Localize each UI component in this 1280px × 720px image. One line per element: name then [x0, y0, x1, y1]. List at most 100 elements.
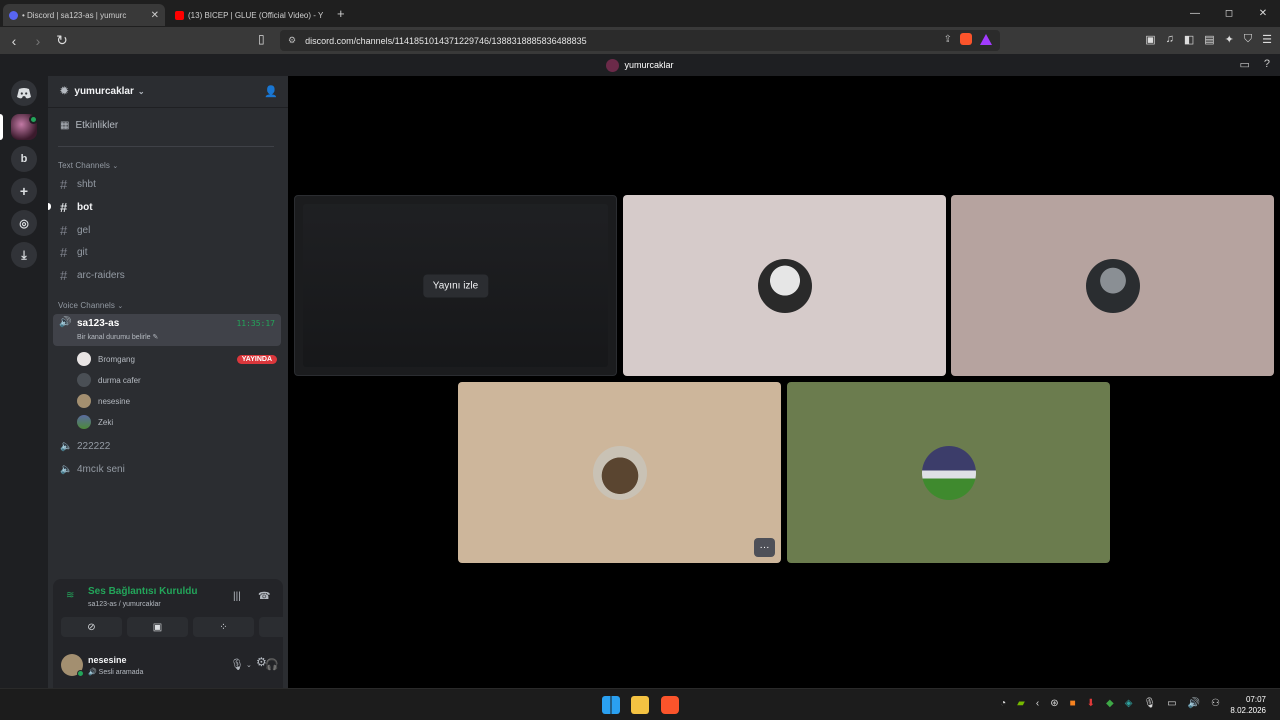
watch-stream-button[interactable]: Yayını izle: [422, 274, 489, 297]
user-name[interactable]: nesesine: [88, 655, 127, 665]
clock-date: 8.02.2026: [1230, 706, 1266, 715]
invite-people-icon[interactable]: 👤: [264, 85, 278, 98]
voice-user[interactable]: Zeki: [77, 415, 277, 429]
address-bar[interactable]: ⚙ discord.com/channels/11418510143712297…: [280, 30, 1000, 51]
participant-tile[interactable]: [951, 195, 1274, 376]
server-header[interactable]: ✹ yumurcaklar ⌄ 👤: [48, 76, 288, 108]
leo-ai-icon[interactable]: ✦: [1225, 33, 1234, 46]
system-tray: ◔ ▰ ‹ ⊛ ■ ⬇ ◆ ◈ 🎙 ▭ 🔊 ⚇: [1000, 698, 1220, 709]
disconnect-icon[interactable]: ☎: [258, 591, 270, 602]
category-text-channels[interactable]: Text Channels ⌄: [58, 161, 118, 170]
more-options-button[interactable]: ···: [754, 538, 775, 557]
divider: [58, 146, 274, 147]
participant-tile[interactable]: ···: [458, 382, 781, 563]
windows-start-icon[interactable]: [602, 696, 620, 714]
camera-off-button[interactable]: ⊘: [61, 617, 122, 637]
maximize-button[interactable]: ◻: [1212, 8, 1246, 19]
category-voice-channels[interactable]: Voice Channels ⌄: [58, 301, 123, 310]
participant-tile[interactable]: [623, 195, 946, 376]
tray-app-icon[interactable]: ■: [1070, 698, 1076, 709]
connection-status[interactable]: Ses Bağlantısı Kuruldu: [88, 586, 197, 597]
channel-status[interactable]: Bir kanal durumu belirle ✎: [77, 333, 158, 341]
participant-tile[interactable]: [787, 382, 1110, 563]
network-icon[interactable]: ▭: [1167, 698, 1176, 709]
close-tab-icon[interactable]: ✕: [151, 10, 159, 21]
channel-arc-raiders[interactable]: # arc-raiders: [60, 268, 125, 283]
voice-user[interactable]: Bromgang YAYINDA: [77, 352, 277, 366]
tray-app-icon[interactable]: ◈: [1125, 698, 1133, 709]
close-window-button[interactable]: ✕: [1246, 8, 1280, 19]
help-icon[interactable]: ?: [1264, 58, 1270, 71]
voice-channel-active[interactable]: 🔊 sa123-as 11:35:17 Bir kanal durumu bel…: [53, 314, 281, 346]
url-text[interactable]: discord.com/channels/1141851014371229746…: [305, 36, 587, 46]
download-icon[interactable]: ⤓: [11, 242, 37, 268]
calendar-icon: ▦: [60, 120, 70, 131]
sidebar-toggle-icon[interactable]: ◧: [1184, 33, 1194, 46]
file-explorer-icon[interactable]: [631, 696, 649, 714]
media-icon[interactable]: ♫: [1166, 33, 1174, 46]
minimize-button[interactable]: —: [1178, 8, 1212, 19]
brave-shields-icon[interactable]: [960, 33, 972, 45]
browser-tab-strip: • Discord | sa123-as | yumurc ✕ (13) BIC…: [0, 0, 1280, 27]
wallet-icon[interactable]: ▤: [1204, 33, 1214, 46]
tray-app-icon[interactable]: ◔: [1000, 698, 1006, 709]
tray-app-icon[interactable]: ⊛: [1050, 698, 1058, 709]
volume-icon[interactable]: 🔊: [1188, 698, 1200, 709]
share-screen-button[interactable]: ▣: [127, 617, 188, 637]
user-settings-gear-icon[interactable]: ⚙: [256, 655, 267, 669]
hash-icon: #: [60, 177, 68, 192]
channel-gel[interactable]: # gel: [60, 223, 90, 238]
server-b-icon[interactable]: b: [11, 146, 37, 172]
events-label: Etkinlikler: [75, 120, 119, 131]
forward-icon[interactable]: ›: [28, 33, 48, 49]
browser-extension-tools: ▣ ♫ ◧ ▤ ✦ ⛉ ☰: [1145, 33, 1272, 46]
signal-icon[interactable]: ≋: [66, 590, 74, 601]
activities-button[interactable]: ⁘: [193, 617, 254, 637]
noise-suppression-icon[interactable]: |||: [233, 591, 241, 602]
selected-server-indicator: [0, 114, 3, 140]
back-icon[interactable]: ‹: [4, 33, 24, 49]
inbox-icon[interactable]: ▭: [1239, 58, 1249, 71]
voice-actions: ⊘ ▣ ⁘ ♪: [61, 617, 320, 637]
microphone-icon[interactable]: 🎙: [1143, 698, 1156, 709]
system-clock[interactable]: 07:07 8.02.2026: [1230, 694, 1266, 716]
voice-user[interactable]: durma cafer: [77, 373, 277, 387]
channel-shbt[interactable]: # shbt: [60, 177, 96, 192]
site-info-icon[interactable]: ⚙: [288, 35, 296, 46]
channel-bot[interactable]: # bot: [60, 200, 93, 215]
reload-icon[interactable]: ↻: [52, 32, 72, 49]
tab-youtube[interactable]: (13) BICEP | GLUE (Official Video) - Yo: [169, 4, 329, 26]
tab-discord[interactable]: • Discord | sa123-as | yumurc ✕: [3, 4, 165, 26]
discord-favicon-icon: [9, 10, 18, 20]
menu-icon[interactable]: ☰: [1262, 33, 1272, 46]
explore-icon[interactable]: ◎: [11, 210, 37, 236]
chevron-down-icon[interactable]: ⌄: [246, 661, 252, 669]
server-name[interactable]: yumurcaklar: [74, 86, 133, 97]
add-server-icon[interactable]: +: [11, 178, 37, 204]
new-tab-button[interactable]: +: [337, 6, 345, 21]
events-item[interactable]: ▦ Etkinlikler: [60, 120, 118, 131]
tray-app-icon[interactable]: ◆: [1106, 698, 1114, 709]
clock-time: 07:07: [1245, 695, 1266, 704]
voice-channel-4mcik-seni[interactable]: 🔈 4mcık seni: [60, 464, 125, 475]
vpn-shield-icon[interactable]: ⛉: [1244, 33, 1252, 46]
share-icon[interactable]: ⇪: [944, 34, 952, 45]
channel-git[interactable]: # git: [60, 245, 88, 260]
voice-user-name: durma cafer: [98, 375, 141, 385]
headphones-icon[interactable]: 🎧: [265, 658, 279, 671]
tray-app-icon[interactable]: ‹: [1036, 698, 1039, 709]
voice-channel-222222[interactable]: 🔈 222222: [60, 441, 110, 452]
tray-app-icon[interactable]: ⚇: [1211, 698, 1220, 709]
voice-user[interactable]: nesesine: [77, 394, 277, 408]
nvidia-icon[interactable]: ▰: [1017, 698, 1025, 709]
stream-tile[interactable]: Yayını izle: [294, 195, 617, 376]
connection-location[interactable]: sa123-as / yumurcaklar: [88, 601, 161, 608]
chevron-down-icon[interactable]: ⌄: [138, 87, 145, 96]
discord-home-icon[interactable]: [11, 80, 37, 106]
screen-cast-icon[interactable]: ▣: [1145, 33, 1155, 46]
brave-rewards-icon[interactable]: [980, 33, 992, 45]
brave-browser-icon[interactable]: [661, 696, 679, 714]
microphone-icon[interactable]: 🎙: [230, 658, 244, 671]
bookmark-icon[interactable]: ▯: [258, 32, 265, 46]
tray-app-icon[interactable]: ⬇: [1087, 698, 1095, 709]
